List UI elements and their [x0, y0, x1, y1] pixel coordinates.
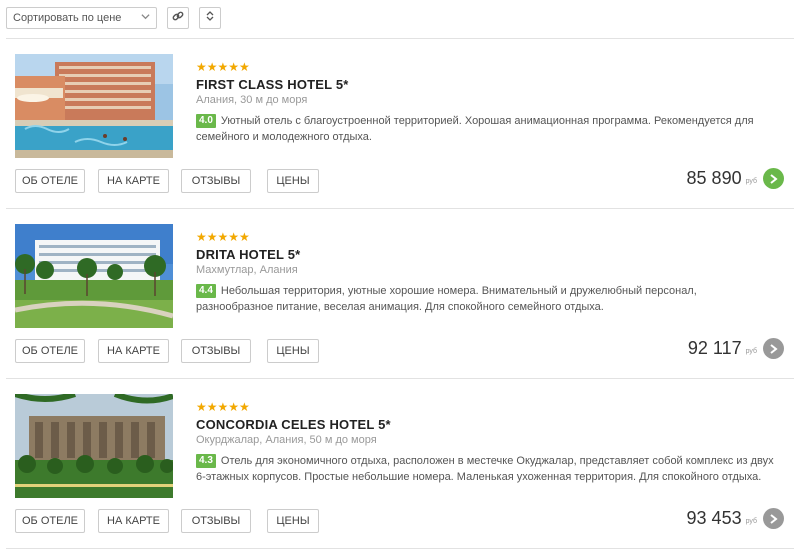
link-icon	[172, 9, 184, 27]
chevron-down-icon	[141, 12, 150, 24]
star-rating: ★★★★★	[196, 60, 250, 74]
chevron-right-icon[interactable]	[763, 168, 784, 189]
chevron-right-icon[interactable]	[763, 508, 784, 529]
hotel-card: ★★★★★ FIRST CLASS HOTEL 5* Алания, 30 м …	[6, 39, 794, 209]
price-currency: руб	[745, 178, 757, 185]
price-currency: руб	[745, 348, 757, 355]
on-map-button[interactable]: НА КАРТЕ	[98, 169, 169, 193]
prices-button[interactable]: ЦЕНЫ	[267, 169, 319, 193]
price-block: 92 117 руб	[688, 338, 784, 359]
hotel-photo[interactable]	[15, 394, 173, 498]
sort-select[interactable]: Сортировать по цене	[6, 7, 157, 29]
sort-order-button[interactable]	[199, 7, 221, 29]
about-hotel-button[interactable]: ОБ ОТЕЛЕ	[15, 509, 85, 533]
hotel-description: 4.4 Небольшая территория, уютные хорошие …	[196, 283, 776, 315]
about-hotel-button[interactable]: ОБ ОТЕЛЕ	[15, 339, 85, 363]
hotel-photo[interactable]	[15, 54, 173, 158]
on-map-button[interactable]: НА КАРТЕ	[98, 339, 169, 363]
star-rating: ★★★★★	[196, 400, 250, 414]
rating-badge: 4.4	[196, 284, 216, 298]
description-text: Уютный отель с благоустроенной территори…	[196, 115, 754, 143]
hotel-photo[interactable]	[15, 224, 173, 328]
price-value: 85 890	[686, 168, 742, 188]
reviews-button[interactable]: ОТЗЫВЫ	[181, 169, 251, 193]
sort-icon	[205, 9, 215, 27]
hotel-card: ★★★★★ DRITA HOTEL 5* Махмутлар, Алания 4…	[6, 209, 794, 379]
results-toolbar: Сортировать по цене	[6, 7, 221, 29]
price-block: 93 453 руб	[687, 508, 784, 529]
description-text: Небольшая территория, уютные хорошие ном…	[196, 285, 697, 313]
price-value: 93 453	[686, 508, 742, 528]
hotel-description: 4.3 Отель для экономичного отдыха, распол…	[196, 453, 776, 485]
price-block: 85 890 руб	[687, 168, 784, 189]
description-text: Отель для экономичного отдыха, расположе…	[196, 455, 774, 483]
chevron-right-icon[interactable]	[763, 338, 784, 359]
hotel-location: Алания, 30 м до моря	[196, 94, 308, 106]
prices-button[interactable]: ЦЕНЫ	[267, 509, 319, 533]
hotel-location: Окурджалар, Алания, 50 м до моря	[196, 434, 377, 446]
hotel-card: ★★★★★ CONCORDIA CELES HOTEL 5* Окурджала…	[6, 379, 794, 549]
rating-badge: 4.3	[196, 454, 216, 468]
copy-link-button[interactable]	[167, 7, 189, 29]
price-value: 92 117	[687, 338, 742, 358]
reviews-button[interactable]: ОТЗЫВЫ	[181, 339, 251, 363]
prices-button[interactable]: ЦЕНЫ	[267, 339, 319, 363]
rating-badge: 4.0	[196, 114, 216, 128]
about-hotel-button[interactable]: ОБ ОТЕЛЕ	[15, 169, 85, 193]
hotel-name[interactable]: CONCORDIA CELES HOTEL 5*	[196, 417, 776, 432]
sort-select-value: Сортировать по цене	[13, 12, 122, 24]
on-map-button[interactable]: НА КАРТЕ	[98, 509, 169, 533]
hotel-name[interactable]: FIRST CLASS HOTEL 5*	[196, 77, 776, 92]
hotel-location: Махмутлар, Алания	[196, 264, 298, 276]
price-currency: руб	[745, 518, 757, 525]
star-rating: ★★★★★	[196, 230, 250, 244]
hotel-name[interactable]: DRITA HOTEL 5*	[196, 247, 776, 262]
reviews-button[interactable]: ОТЗЫВЫ	[181, 509, 251, 533]
hotel-description: 4.0 Уютный отель с благоустроенной террит…	[196, 113, 776, 145]
